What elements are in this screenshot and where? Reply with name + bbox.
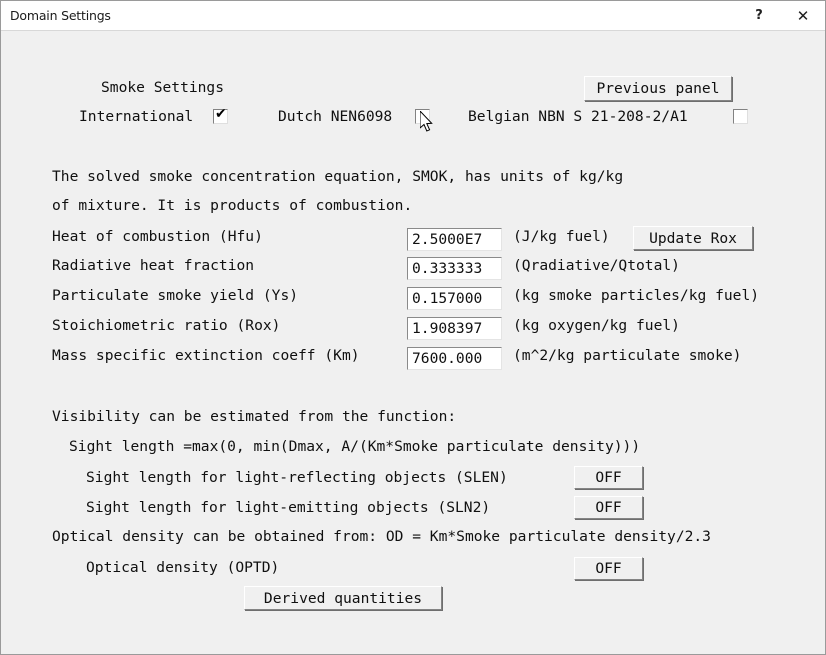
toggle-button-slen[interactable]: OFF xyxy=(574,466,643,489)
title-bar: Domain Settings ? ✕ xyxy=(1,1,825,31)
standard-label-international: International xyxy=(79,108,194,125)
description-line-1: The solved smoke concentration equation,… xyxy=(52,168,624,185)
toggle-button-optd[interactable]: OFF xyxy=(574,557,643,580)
previous-panel-button[interactable]: Previous panel xyxy=(584,76,732,101)
param-units-km: (m^2/kg particulate smoke) xyxy=(513,347,742,364)
param-units-radiative: (Qradiative/Qtotal) xyxy=(513,257,680,274)
checkbox-international-tick: ✔ xyxy=(215,106,227,122)
param-input-ys[interactable]: 0.157000 xyxy=(407,287,502,310)
param-units-ys: (kg smoke particles/kg fuel) xyxy=(513,287,760,304)
checkbox-belgian[interactable] xyxy=(733,109,748,124)
standard-label-dutch: Dutch NEN6098 xyxy=(278,108,393,125)
param-label-km: Mass specific extinction coeff (Km) xyxy=(52,347,360,364)
param-units-hfu: (J/kg fuel) xyxy=(513,228,610,245)
param-label-ys: Particulate smoke yield (Ys) xyxy=(52,287,299,304)
checkbox-international[interactable]: ✔ xyxy=(213,106,228,124)
close-icon[interactable]: ✕ xyxy=(780,1,825,30)
param-label-radiative: Radiative heat fraction xyxy=(52,257,255,274)
help-icon[interactable]: ? xyxy=(736,1,782,30)
param-input-hfu[interactable]: 2.5000E7 xyxy=(407,228,502,251)
panel-heading: Smoke Settings xyxy=(101,79,225,96)
toggle-label-optd: Optical density (OPTD) xyxy=(86,559,280,576)
param-label-rox: Stoichiometric ratio (Rox) xyxy=(52,317,281,334)
derived-quantities-button[interactable]: Derived quantities xyxy=(244,586,442,610)
visibility-formula: Sight length =max(0, min(Dmax, A/(Km*Smo… xyxy=(69,438,641,455)
checkbox-dutch[interactable] xyxy=(415,109,430,124)
visibility-intro: Visibility can be estimated from the fun… xyxy=(52,408,457,425)
description-line-2: of mixture. It is products of combustion… xyxy=(52,197,413,214)
toggle-label-slen: Sight length for light-reflecting object… xyxy=(86,469,508,486)
toggle-button-sln2[interactable]: OFF xyxy=(574,496,643,519)
param-input-km[interactable]: 7600.000 xyxy=(407,347,502,370)
update-rox-button[interactable]: Update Rox xyxy=(633,226,753,250)
standard-label-belgian: Belgian NBN S 21-208-2/A1 xyxy=(468,108,688,125)
param-label-hfu: Heat of combustion (Hfu) xyxy=(52,228,263,245)
param-input-rox[interactable]: 1.908397 xyxy=(407,317,502,340)
param-units-rox: (kg oxygen/kg fuel) xyxy=(513,317,680,334)
param-input-radiative[interactable]: 0.333333 xyxy=(407,257,502,280)
toggle-label-sln2: Sight length for light-emitting objects … xyxy=(86,499,491,516)
domain-settings-window: Domain Settings ? ✕ Smoke Settings Previ… xyxy=(0,0,826,655)
window-title: Domain Settings xyxy=(10,8,111,23)
optical-density-note: Optical density can be obtained from: OD… xyxy=(52,528,711,545)
